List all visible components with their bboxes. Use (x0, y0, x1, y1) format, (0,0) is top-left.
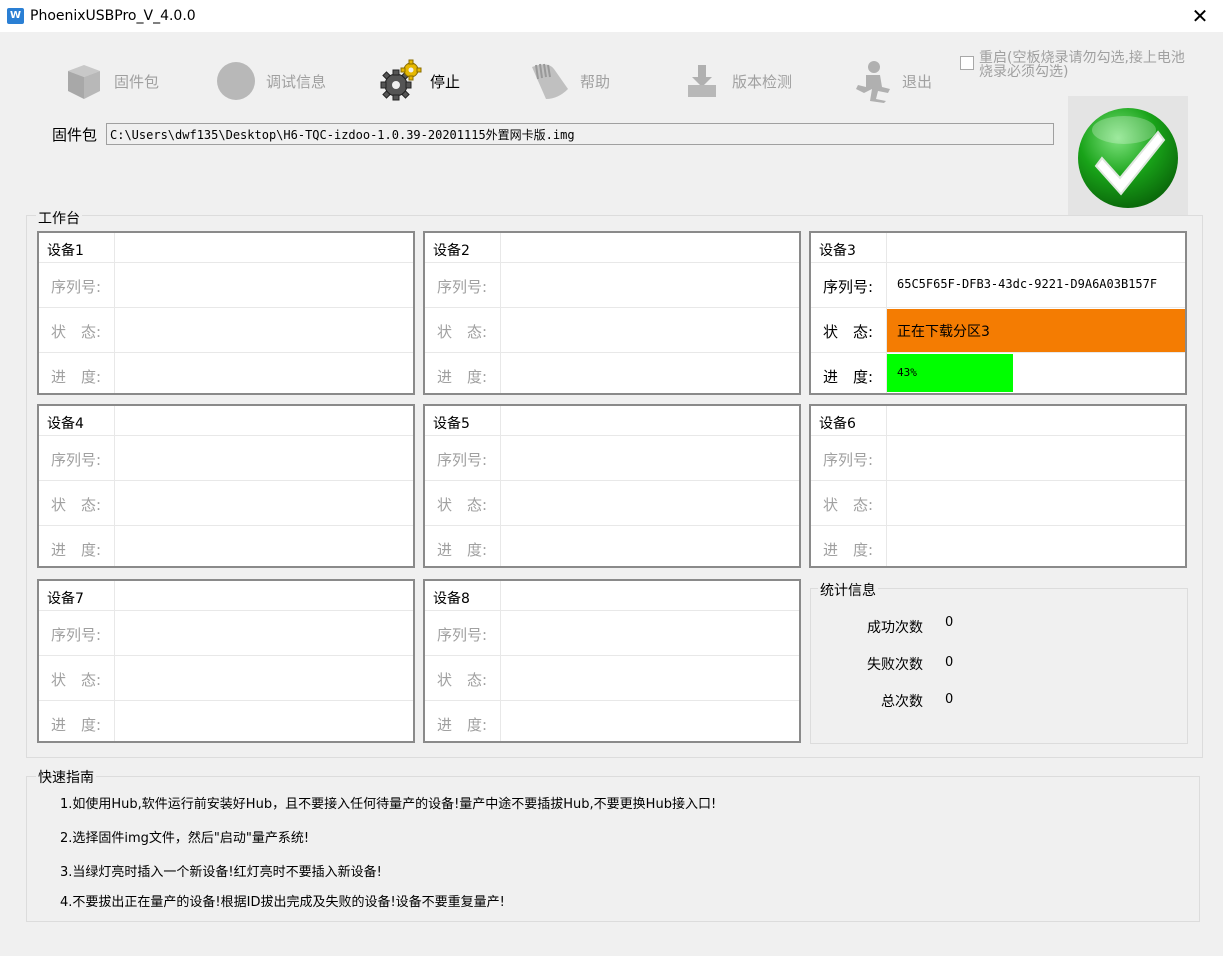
success-count: 0 (945, 615, 954, 630)
progress-label: 进 度: (437, 541, 488, 559)
firmware-button[interactable]: 固件包 (62, 58, 159, 104)
guide-item: 4.不要拔出正在量产的设备!根据ID拔出完成及失败的设备!设备不要重复量产! (60, 895, 505, 910)
reboot-checkbox[interactable] (960, 56, 974, 70)
state-label: 状 态: (51, 671, 102, 689)
progress-label: 进 度: (51, 368, 102, 386)
quick-guide-group: 1.如使用Hub,软件运行前安装好Hub，且不要接入任何待量产的设备!量产中途不… (26, 776, 1200, 922)
total-count-label: 总次数 (881, 694, 923, 710)
total-count: 0 (945, 692, 954, 707)
state-value: 正在下载分区3 (897, 324, 990, 340)
device-panel-5: 设备5 序列号: 状 态: 进 度: (423, 404, 801, 568)
guide-item: 3.当绿灯亮时插入一个新设备!红灯亮时不要插入新设备! (60, 865, 382, 880)
download-icon (680, 59, 724, 103)
firmware-label: 固件包 (52, 126, 98, 144)
reboot-label: 重启(空板烧录请勿勾选,接上电池烧录必须勾选) (979, 50, 1185, 80)
guide-item: 1.如使用Hub,软件运行前安装好Hub，且不要接入任何待量产的设备!量产中途不… (60, 797, 717, 812)
book-icon (528, 59, 572, 103)
device-name: 设备5 (433, 416, 470, 432)
stats-group: 成功次数 0 失败次数 0 总次数 0 (810, 588, 1188, 744)
state-label: 状 态: (437, 671, 488, 689)
stats-title: 统计信息 (818, 580, 878, 600)
device-panel-8: 设备8 序列号: 状 态: 进 度: (423, 579, 801, 743)
progress-label: 进 度: (51, 541, 102, 559)
serial-label: 序列号: (437, 626, 488, 644)
serial-value: 65C5F65F-DFB3-43dc-9221-D9A6A03B157F (897, 277, 1158, 291)
state-label: 状 态: (437, 496, 488, 514)
progress-label: 进 度: (51, 716, 102, 734)
help-button[interactable]: 帮助 (528, 58, 610, 104)
device-panel-7: 设备7 序列号: 状 态: 进 度: (37, 579, 415, 743)
firmware-path-field[interactable]: C:\Users\dwf135\Desktop\H6-TQC-izdoo-1.0… (106, 123, 1054, 145)
device-panel-2: 设备2 序列号: 状 态: 进 度: (423, 231, 801, 395)
package-icon (62, 59, 106, 103)
fail-count: 0 (945, 655, 954, 670)
device-name: 设备8 (433, 591, 470, 607)
close-button[interactable]: ✕ (1177, 0, 1223, 32)
device-name: 设备6 (819, 416, 856, 432)
state-label: 状 态: (823, 496, 874, 514)
progress-label: 进 度: (823, 368, 874, 386)
status-indicator (1068, 96, 1188, 216)
exit-button[interactable]: 退出 (850, 58, 932, 104)
green-check-icon (1078, 108, 1178, 208)
device-panel-4: 设备4 序列号: 状 态: 进 度: (37, 404, 415, 568)
version-check-button[interactable]: 版本检测 (680, 58, 792, 104)
state-bar: 正在下载分区3 (887, 309, 1185, 352)
progress-bar: 43% (887, 354, 1013, 392)
serial-label: 序列号: (823, 451, 874, 469)
fail-count-label: 失败次数 (867, 657, 923, 673)
serial-label: 序列号: (51, 626, 102, 644)
device-name: 设备2 (433, 243, 470, 259)
stop-button[interactable]: 停止 (378, 58, 460, 104)
state-label: 状 态: (823, 323, 874, 341)
device-panel-6: 设备6 序列号: 状 态: 进 度: (809, 404, 1187, 568)
device-panel-1: 设备1 序列号: 状 态: 进 度: (37, 231, 415, 395)
success-count-label: 成功次数 (867, 620, 923, 636)
device-name: 设备7 (47, 591, 84, 607)
state-label: 状 态: (51, 496, 102, 514)
progress-label: 进 度: (437, 368, 488, 386)
progress-label: 进 度: (823, 541, 874, 559)
circle-icon (214, 59, 258, 103)
serial-label: 序列号: (51, 451, 102, 469)
guide-item: 2.选择固件img文件，然后"启动"量产系统! (60, 831, 310, 846)
device-panel-3: 设备3 序列号: 65C5F65F-DFB3-43dc-9221-D9A6A03… (809, 231, 1187, 395)
quick-guide-title: 快速指南 (36, 767, 96, 787)
state-label: 状 态: (51, 323, 102, 341)
exit-person-icon (850, 59, 894, 103)
title-bar: W PhoenixUSBPro_V_4.0.0 ✕ (0, 0, 1223, 32)
serial-label: 序列号: (51, 278, 102, 296)
serial-label: 序列号: (437, 278, 488, 296)
serial-label: 序列号: (823, 278, 874, 296)
device-name: 设备4 (47, 416, 84, 432)
window-title: PhoenixUSBPro_V_4.0.0 (30, 8, 196, 24)
workbench-title: 工作台 (36, 208, 82, 228)
debug-info-button[interactable]: 调试信息 (214, 58, 326, 104)
app-icon: W (7, 8, 24, 24)
state-label: 状 态: (437, 323, 488, 341)
serial-label: 序列号: (437, 451, 488, 469)
progress-value: 43% (897, 366, 917, 379)
device-name: 设备1 (47, 243, 84, 259)
progress-label: 进 度: (437, 716, 488, 734)
gear-icon (378, 59, 422, 103)
device-name: 设备3 (819, 243, 856, 259)
